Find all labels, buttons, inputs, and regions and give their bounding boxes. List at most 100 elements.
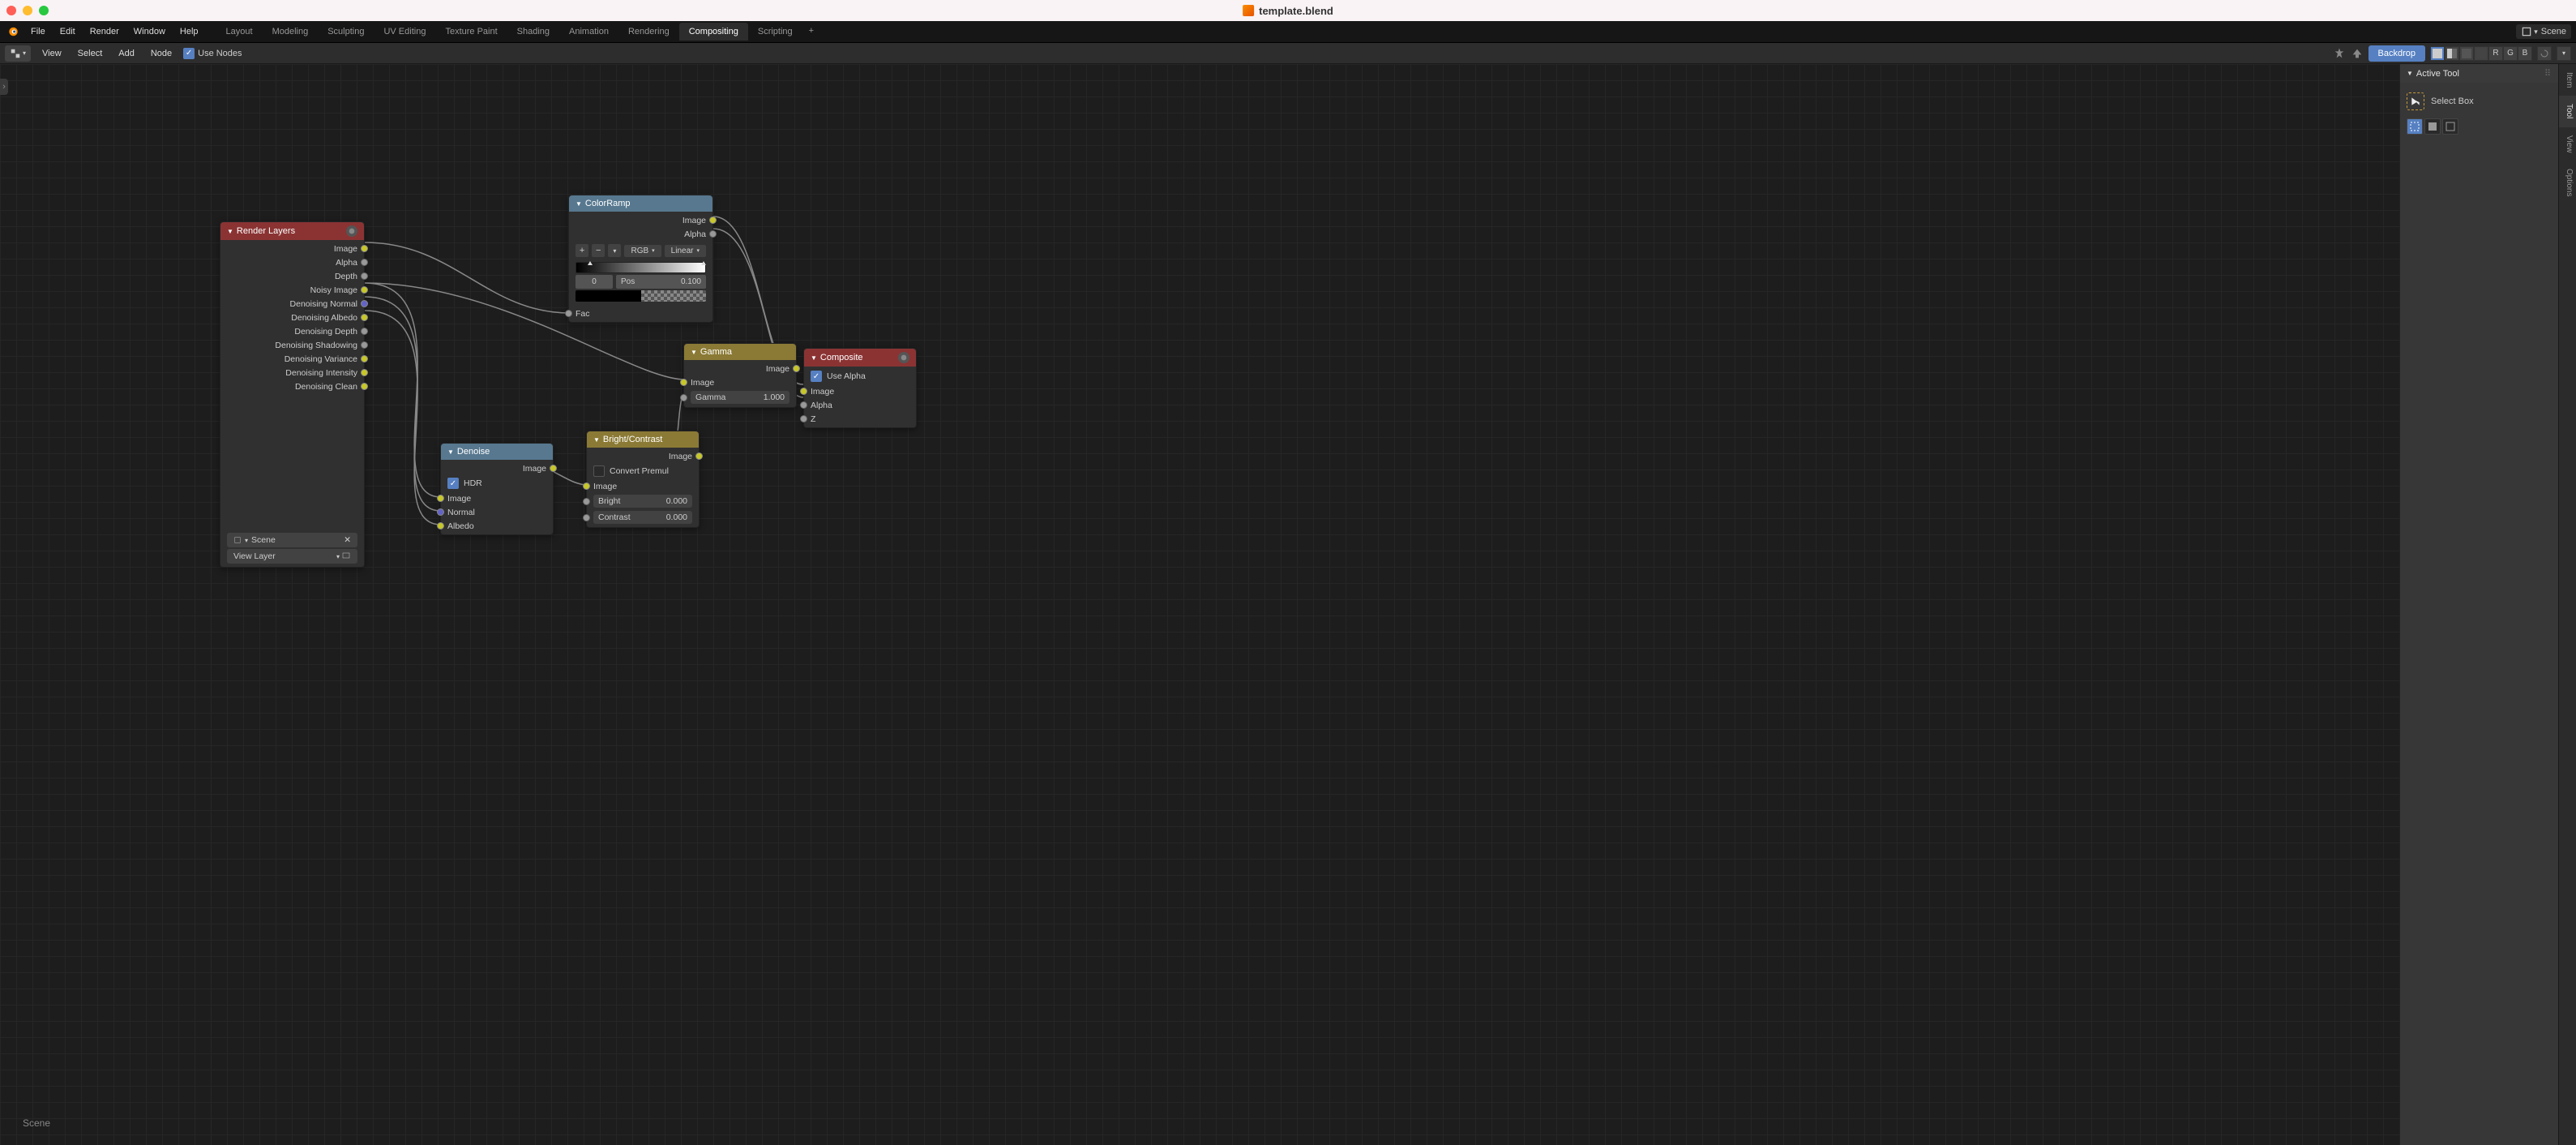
input-z[interactable]: Z — [804, 412, 916, 426]
workspace-tab-modeling[interactable]: Modeling — [263, 23, 319, 41]
workspace-tab-rendering[interactable]: Rendering — [618, 23, 679, 41]
output-denoising-normal[interactable]: Denoising Normal — [220, 297, 364, 311]
output-noisy-image[interactable]: Noisy Image — [220, 283, 364, 297]
backdrop-toggle-button[interactable]: Backdrop — [2368, 45, 2425, 62]
output-denoising-shadowing[interactable]: Denoising Shadowing — [220, 338, 364, 352]
maximize-window-button[interactable] — [39, 6, 49, 15]
interpolation-select[interactable]: Linear▾ — [665, 245, 706, 257]
input-alpha[interactable]: Alpha — [804, 398, 916, 412]
output-denoising-intensity[interactable]: Denoising Intensity — [220, 366, 364, 380]
output-image[interactable]: Image — [220, 242, 364, 255]
pin-icon[interactable] — [2333, 47, 2346, 60]
output-alpha[interactable]: Alpha — [569, 227, 712, 241]
side-tab-options[interactable]: Options — [2559, 161, 2576, 204]
node-header[interactable]: ▼ Render Layers — [220, 222, 364, 240]
channel-z-button[interactable] — [2474, 46, 2488, 61]
output-image[interactable]: Image — [441, 461, 553, 475]
output-denoising-depth[interactable]: Denoising Depth — [220, 324, 364, 338]
node-header[interactable]: ▼ ColorRamp — [569, 195, 712, 212]
gamma-node[interactable]: ▼ Gamma Image Image Gamma1.000 — [683, 343, 797, 408]
render-menu[interactable]: Render — [83, 24, 126, 40]
output-image[interactable]: Image — [684, 362, 796, 375]
go-to-parent-icon[interactable] — [2351, 47, 2364, 60]
input-fac[interactable]: Fac — [569, 307, 712, 320]
remove-stop-button[interactable]: − — [592, 244, 605, 257]
output-image[interactable]: Image — [569, 213, 712, 227]
input-image[interactable]: Image — [587, 479, 699, 493]
side-tab-item[interactable]: Item — [2559, 64, 2576, 96]
input-image[interactable]: Image — [441, 491, 553, 505]
color-mode-select[interactable]: RGB▾ — [624, 245, 661, 257]
node-menu[interactable]: Node — [146, 46, 177, 61]
channel-g-button[interactable]: G — [2503, 46, 2518, 61]
stop-position-field[interactable]: Pos0.100 — [616, 275, 706, 289]
toolbar-toggle[interactable]: › — [0, 79, 8, 95]
close-window-button[interactable] — [6, 6, 16, 15]
header-options-button[interactable]: ▾ — [2557, 46, 2571, 61]
viewlayer-field[interactable]: View Layer ▾ — [227, 549, 357, 564]
editor-type-selector[interactable]: ▾ — [5, 45, 31, 62]
edit-menu[interactable]: Edit — [53, 24, 82, 40]
add-workspace-button[interactable]: + — [802, 23, 820, 41]
denoise-node[interactable]: ▼ Denoise Image ✓ HDR Image Normal Albed… — [440, 443, 554, 535]
blender-logo-icon[interactable] — [5, 24, 19, 39]
hdr-toggle[interactable]: ✓ HDR — [441, 475, 553, 491]
output-alpha[interactable]: Alpha — [220, 255, 364, 269]
bright-value-field[interactable]: Bright0.000 — [593, 495, 692, 508]
contrast-value-field[interactable]: Contrast0.000 — [593, 511, 692, 524]
channel-color-alpha-button[interactable] — [2445, 46, 2459, 61]
select-subtract-button[interactable] — [2442, 118, 2458, 135]
view-menu[interactable]: View — [37, 46, 66, 61]
workspace-tab-layout[interactable]: Layout — [216, 23, 263, 41]
input-gamma[interactable]: Gamma1.000 — [684, 389, 796, 405]
use-nodes-toggle[interactable]: ✓ Use Nodes — [183, 48, 242, 59]
color-stop-marker[interactable] — [700, 261, 707, 276]
workspace-tab-texture-paint[interactable]: Texture Paint — [435, 23, 507, 41]
input-albedo[interactable]: Albedo — [441, 519, 553, 533]
clear-icon[interactable]: ✕ — [344, 535, 351, 545]
workspace-tab-compositing[interactable]: Compositing — [679, 23, 748, 41]
file-menu[interactable]: File — [24, 24, 52, 40]
select-set-button[interactable] — [2407, 118, 2423, 135]
colorramp-node[interactable]: ▼ ColorRamp Image Alpha + − ▾ RGB▾ Linea… — [568, 195, 713, 323]
input-image[interactable]: Image — [804, 384, 916, 398]
workspace-tab-sculpting[interactable]: Sculpting — [318, 23, 374, 41]
select-menu[interactable]: Select — [73, 46, 108, 61]
grip-icon[interactable]: ⠿ — [2544, 68, 2552, 79]
convert-premul-toggle[interactable]: Convert Premul — [587, 463, 699, 479]
output-depth[interactable]: Depth — [220, 269, 364, 283]
input-bright[interactable]: Bright0.000 — [587, 493, 699, 509]
input-normal[interactable]: Normal — [441, 505, 553, 519]
output-denoising-clean[interactable]: Denoising Clean — [220, 380, 364, 393]
node-editor-canvas[interactable]: › ▼ Render Layers Image Alpha Dep — [0, 64, 2399, 1145]
composite-node[interactable]: ▼ Composite ✓ Use Alpha Image Alpha Z — [803, 348, 917, 428]
node-header[interactable]: ▼ Bright/Contrast — [587, 431, 699, 448]
stop-index-field[interactable]: 0 — [576, 275, 613, 289]
output-denoising-variance[interactable]: Denoising Variance — [220, 352, 364, 366]
window-menu[interactable]: Window — [127, 24, 172, 40]
workspace-tab-shading[interactable]: Shading — [507, 23, 559, 41]
bright-contrast-node[interactable]: ▼ Bright/Contrast Image Convert Premul I… — [586, 431, 700, 528]
scene-field[interactable]: ▾Scene ✕ — [227, 533, 357, 547]
stop-color-field[interactable] — [576, 290, 706, 302]
channel-b-button[interactable]: B — [2518, 46, 2532, 61]
minimize-window-button[interactable] — [23, 6, 32, 15]
select-extend-button[interactable] — [2424, 118, 2441, 135]
gamma-value-field[interactable]: Gamma1.000 — [691, 391, 789, 404]
output-image[interactable]: Image — [587, 449, 699, 463]
channel-color-button[interactable] — [2430, 46, 2445, 61]
colorramp-gradient[interactable] — [576, 262, 706, 273]
input-image[interactable]: Image — [684, 375, 796, 389]
panel-header[interactable]: ▼ Active Tool ⠿ — [2400, 64, 2558, 83]
auto-render-button[interactable] — [2537, 46, 2552, 61]
scene-selector[interactable]: ▾ Scene — [2516, 24, 2571, 39]
workspace-tab-uv-editing[interactable]: UV Editing — [374, 23, 435, 41]
render-layers-node[interactable]: ▼ Render Layers Image Alpha Depth Noisy … — [220, 221, 365, 568]
help-menu[interactable]: Help — [173, 24, 205, 40]
channel-r-button[interactable]: R — [2488, 46, 2503, 61]
node-header[interactable]: ▼ Denoise — [441, 444, 553, 460]
workspace-tab-animation[interactable]: Animation — [559, 23, 618, 41]
node-header[interactable]: ▼ Gamma — [684, 344, 796, 360]
use-alpha-toggle[interactable]: ✓ Use Alpha — [804, 368, 916, 384]
node-header[interactable]: ▼ Composite — [804, 349, 916, 367]
